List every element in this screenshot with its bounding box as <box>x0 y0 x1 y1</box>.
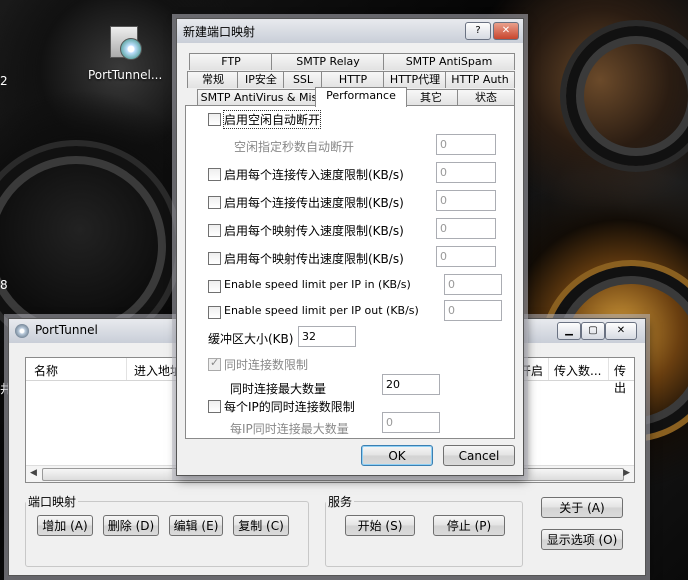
delete-button[interactable]: 删除 (D) <box>103 515 159 536</box>
per-map-out-limit-label[interactable]: 启用每个映射传出速度限制(KB/s) <box>224 250 404 267</box>
per-ip-max-input[interactable]: 0 <box>382 412 440 433</box>
per-conn-out-limit-input[interactable]: 0 <box>436 190 496 211</box>
per-ip-in-limit-input[interactable]: 0 <box>444 274 502 295</box>
per-conn-in-limit-label[interactable]: 启用每个连接传入速度限制(KB/s) <box>224 166 404 183</box>
column-header-inbound-address[interactable]: 进入地址 <box>134 362 182 379</box>
column-header-bytes-in[interactable]: 传入数... <box>554 362 601 379</box>
desktop-edge-text: 8 <box>0 278 8 292</box>
per-ip-concurrent-label[interactable]: 每个IP的同时连接数限制 <box>224 398 355 415</box>
dialog-client-area: FTP SMTP Relay SMTP AntiSpam 常规 IP安全 SSL… <box>177 43 523 475</box>
per-conn-out-limit-checkbox[interactable] <box>208 196 221 209</box>
add-button[interactable]: 增加 (A) <box>37 515 93 536</box>
idle-disconnect-checkbox[interactable] <box>208 113 221 126</box>
scroll-right-arrow-icon[interactable]: ▶ <box>623 468 630 478</box>
performance-tab-page: 启用空闲自动断开 空闲指定秒数自动断开 0 启用每个连接传入速度限制(KB/s)… <box>185 105 515 439</box>
help-button[interactable]: ? <box>465 22 491 40</box>
per-ip-concurrent-checkbox[interactable] <box>208 400 221 413</box>
max-concurrent-input[interactable]: 20 <box>382 374 440 395</box>
tab-other[interactable]: 其它 <box>403 89 459 106</box>
app-icon <box>15 324 29 338</box>
idle-disconnect-label[interactable]: 启用空闲自动断开 <box>222 110 322 129</box>
new-port-mapping-dialog: 新建端口映射 ? ✕ FTP SMTP Relay SMTP AntiSpam … <box>176 18 524 476</box>
per-ip-out-limit-label[interactable]: Enable speed limit per IP out (KB/s) <box>224 304 419 317</box>
port-mapping-group-label: 端口映射 <box>28 495 77 509</box>
tab-smtp-relay[interactable]: SMTP Relay <box>271 53 385 70</box>
scroll-left-arrow-icon[interactable]: ◀ <box>30 468 37 478</box>
per-ip-in-limit-checkbox[interactable] <box>208 280 221 293</box>
idle-seconds-input[interactable]: 0 <box>436 134 496 155</box>
tab-general[interactable]: 常规 <box>187 71 239 88</box>
close-button[interactable]: ✕ <box>605 322 637 340</box>
per-map-in-limit-label[interactable]: 启用每个映射传入速度限制(KB/s) <box>224 222 404 239</box>
tab-status[interactable]: 状态 <box>457 89 515 106</box>
dialog-titlebar: 新建端口映射 ? ✕ <box>177 19 523 43</box>
ok-button[interactable]: OK <box>361 445 433 466</box>
about-button[interactable]: 关于 (A) <box>541 497 623 518</box>
per-ip-max-label: 每IP同时连接最大数量 <box>230 422 349 436</box>
max-concurrent-label: 同时连接最大数量 <box>230 382 327 396</box>
per-conn-out-limit-label[interactable]: 启用每个连接传出速度限制(KB/s) <box>224 194 404 211</box>
per-map-in-limit-checkbox[interactable] <box>208 224 221 237</box>
desktop-edge-text: 2 <box>0 74 8 88</box>
tab-smtp-antivirus-misc[interactable]: SMTP AntiVirus & Misc <box>197 89 327 106</box>
tab-performance[interactable]: Performance <box>315 87 407 107</box>
column-header-bytes-out[interactable]: 传出 <box>614 362 634 396</box>
per-conn-in-limit-input[interactable]: 0 <box>436 162 496 183</box>
tab-http[interactable]: HTTP <box>321 71 385 88</box>
dialog-close-button[interactable]: ✕ <box>493 22 519 40</box>
per-conn-in-limit-checkbox[interactable] <box>208 168 221 181</box>
idle-seconds-label: 空闲指定秒数自动断开 <box>234 140 355 154</box>
main-window-title: PortTunnel <box>35 323 98 337</box>
show-options-button[interactable]: 显示选项 (O) <box>541 529 623 550</box>
start-service-button[interactable]: 开始 (S) <box>345 515 415 536</box>
column-header-name[interactable]: 名称 <box>34 362 58 379</box>
concurrent-limit-label: 同时连接数限制 <box>224 358 309 372</box>
desktop-icon-label: PortTunnel... <box>88 68 163 82</box>
tab-ip-security[interactable]: IP安全 <box>237 71 285 88</box>
maximize-button[interactable]: ▢ <box>581 322 605 340</box>
service-group-label: 服务 <box>328 495 353 509</box>
desktop-wallpaper-lens <box>560 20 688 172</box>
buffer-size-label: 缓冲区大小(KB) <box>208 332 294 346</box>
per-map-in-limit-input[interactable]: 0 <box>436 218 496 239</box>
concurrent-limit-checkbox[interactable] <box>208 356 221 371</box>
installer-icon <box>106 22 142 62</box>
edit-button[interactable]: 编辑 (E) <box>169 515 223 536</box>
cancel-button[interactable]: Cancel <box>443 445 515 466</box>
per-ip-out-limit-input[interactable]: 0 <box>444 300 502 321</box>
per-map-out-limit-input[interactable]: 0 <box>436 246 496 267</box>
copy-button[interactable]: 复制 (C) <box>233 515 289 536</box>
stop-service-button[interactable]: 停止 (P) <box>433 515 505 536</box>
minimize-button[interactable]: ▁ <box>557 322 581 340</box>
desktop-icon-porttunnel[interactable]: PortTunnel... <box>88 22 163 82</box>
dialog-title: 新建端口映射 <box>183 25 256 39</box>
tab-ftp[interactable]: FTP <box>189 53 273 70</box>
per-map-out-limit-checkbox[interactable] <box>208 252 221 265</box>
tab-http-auth[interactable]: HTTP Auth <box>445 71 515 88</box>
buffer-size-input[interactable]: 32 <box>298 326 356 347</box>
per-ip-out-limit-checkbox[interactable] <box>208 306 221 319</box>
tab-ssl[interactable]: SSL <box>283 71 323 88</box>
tab-smtp-antispam[interactable]: SMTP AntiSpam <box>383 53 515 70</box>
per-ip-in-limit-label[interactable]: Enable speed limit per IP in (KB/s) <box>224 278 411 291</box>
tab-http-proxy[interactable]: HTTP代理 <box>383 71 447 88</box>
